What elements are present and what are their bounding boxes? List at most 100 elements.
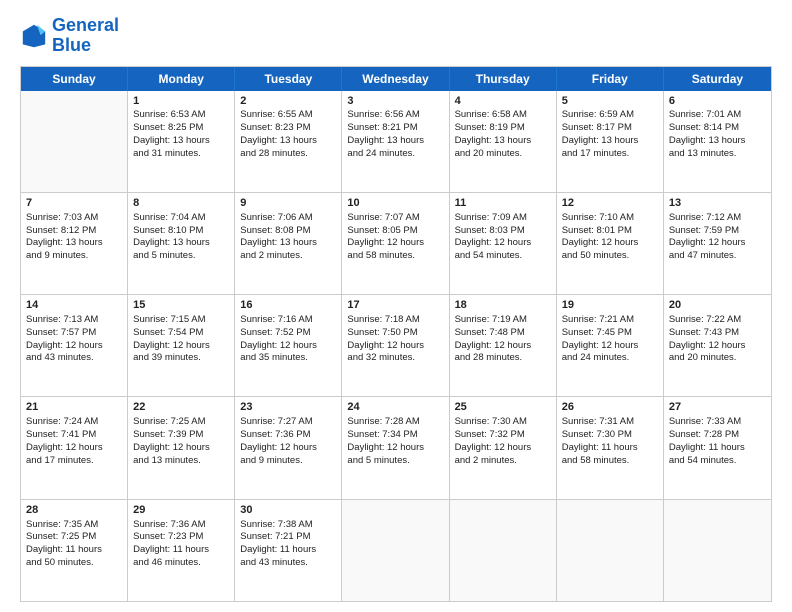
day-info-line-0: Sunrise: 7:01 AM <box>669 109 766 122</box>
day-info-line-2: Daylight: 11 hours <box>562 442 658 455</box>
calendar-body: 1Sunrise: 6:53 AMSunset: 8:25 PMDaylight… <box>21 91 771 601</box>
day-info-line-2: Daylight: 11 hours <box>26 544 122 557</box>
day-info-line-1: Sunset: 7:36 PM <box>240 429 336 442</box>
day-cell-16: 16Sunrise: 7:16 AMSunset: 7:52 PMDayligh… <box>235 295 342 396</box>
day-number: 16 <box>240 298 336 313</box>
empty-cell <box>664 500 771 601</box>
day-info-line-0: Sunrise: 7:09 AM <box>455 212 551 225</box>
day-info-line-3: and 54 minutes. <box>455 250 551 263</box>
day-info-line-2: Daylight: 12 hours <box>455 340 551 353</box>
day-number: 9 <box>240 196 336 211</box>
day-info-line-1: Sunset: 7:34 PM <box>347 429 443 442</box>
day-cell-19: 19Sunrise: 7:21 AMSunset: 7:45 PMDayligh… <box>557 295 664 396</box>
day-number: 19 <box>562 298 658 313</box>
day-cell-4: 4Sunrise: 6:58 AMSunset: 8:19 PMDaylight… <box>450 91 557 192</box>
day-cell-12: 12Sunrise: 7:10 AMSunset: 8:01 PMDayligh… <box>557 193 664 294</box>
day-info-line-2: Daylight: 12 hours <box>133 442 229 455</box>
day-info-line-0: Sunrise: 7:35 AM <box>26 519 122 532</box>
day-info-line-0: Sunrise: 7:06 AM <box>240 212 336 225</box>
day-info-line-3: and 50 minutes. <box>26 557 122 570</box>
header-day-sunday: Sunday <box>21 67 128 91</box>
day-info-line-1: Sunset: 7:59 PM <box>669 225 766 238</box>
day-info-line-2: Daylight: 12 hours <box>455 442 551 455</box>
day-number: 6 <box>669 94 766 109</box>
day-info-line-3: and 5 minutes. <box>347 455 443 468</box>
day-info-line-0: Sunrise: 6:56 AM <box>347 109 443 122</box>
day-info-line-3: and 50 minutes. <box>562 250 658 263</box>
day-number: 2 <box>240 94 336 109</box>
day-info-line-0: Sunrise: 7:38 AM <box>240 519 336 532</box>
day-info-line-1: Sunset: 7:57 PM <box>26 327 122 340</box>
day-info-line-2: Daylight: 12 hours <box>562 340 658 353</box>
header-day-friday: Friday <box>557 67 664 91</box>
day-info-line-0: Sunrise: 7:15 AM <box>133 314 229 327</box>
day-info-line-3: and 13 minutes. <box>133 455 229 468</box>
day-info-line-2: Daylight: 12 hours <box>562 237 658 250</box>
header-day-monday: Monday <box>128 67 235 91</box>
day-info-line-1: Sunset: 7:43 PM <box>669 327 766 340</box>
day-info-line-1: Sunset: 8:21 PM <box>347 122 443 135</box>
day-cell-30: 30Sunrise: 7:38 AMSunset: 7:21 PMDayligh… <box>235 500 342 601</box>
day-number: 27 <box>669 400 766 415</box>
day-info-line-3: and 35 minutes. <box>240 352 336 365</box>
day-info-line-3: and 17 minutes. <box>562 148 658 161</box>
day-info-line-0: Sunrise: 6:58 AM <box>455 109 551 122</box>
day-info-line-3: and 28 minutes. <box>240 148 336 161</box>
day-info-line-3: and 5 minutes. <box>133 250 229 263</box>
day-info-line-1: Sunset: 7:50 PM <box>347 327 443 340</box>
day-info-line-2: Daylight: 12 hours <box>133 340 229 353</box>
day-number: 1 <box>133 94 229 109</box>
day-info-line-0: Sunrise: 7:18 AM <box>347 314 443 327</box>
day-info-line-0: Sunrise: 7:10 AM <box>562 212 658 225</box>
day-info-line-2: Daylight: 12 hours <box>240 340 336 353</box>
day-cell-18: 18Sunrise: 7:19 AMSunset: 7:48 PMDayligh… <box>450 295 557 396</box>
day-info-line-3: and 43 minutes. <box>26 352 122 365</box>
day-info-line-3: and 9 minutes. <box>240 455 336 468</box>
day-number: 29 <box>133 503 229 518</box>
day-cell-7: 7Sunrise: 7:03 AMSunset: 8:12 PMDaylight… <box>21 193 128 294</box>
day-info-line-3: and 2 minutes. <box>455 455 551 468</box>
day-info-line-1: Sunset: 7:41 PM <box>26 429 122 442</box>
day-info-line-0: Sunrise: 7:24 AM <box>26 416 122 429</box>
day-info-line-3: and 28 minutes. <box>455 352 551 365</box>
day-cell-27: 27Sunrise: 7:33 AMSunset: 7:28 PMDayligh… <box>664 397 771 498</box>
day-info-line-3: and 17 minutes. <box>26 455 122 468</box>
day-info-line-2: Daylight: 11 hours <box>133 544 229 557</box>
calendar-row-4: 28Sunrise: 7:35 AMSunset: 7:25 PMDayligh… <box>21 500 771 601</box>
day-info-line-3: and 54 minutes. <box>669 455 766 468</box>
day-info-line-2: Daylight: 13 hours <box>455 135 551 148</box>
day-info-line-2: Daylight: 12 hours <box>240 442 336 455</box>
day-info-line-0: Sunrise: 7:36 AM <box>133 519 229 532</box>
day-number: 24 <box>347 400 443 415</box>
day-info-line-0: Sunrise: 7:16 AM <box>240 314 336 327</box>
day-info-line-1: Sunset: 7:39 PM <box>133 429 229 442</box>
day-info-line-2: Daylight: 13 hours <box>240 135 336 148</box>
day-cell-22: 22Sunrise: 7:25 AMSunset: 7:39 PMDayligh… <box>128 397 235 498</box>
day-number: 13 <box>669 196 766 211</box>
logo-icon <box>20 22 48 50</box>
day-cell-3: 3Sunrise: 6:56 AMSunset: 8:21 PMDaylight… <box>342 91 449 192</box>
day-info-line-3: and 24 minutes. <box>347 148 443 161</box>
day-number: 20 <box>669 298 766 313</box>
day-number: 4 <box>455 94 551 109</box>
logo: General Blue <box>20 16 119 56</box>
day-number: 10 <box>347 196 443 211</box>
day-info-line-0: Sunrise: 7:04 AM <box>133 212 229 225</box>
empty-cell <box>557 500 664 601</box>
day-info-line-2: Daylight: 12 hours <box>26 340 122 353</box>
day-info-line-2: Daylight: 13 hours <box>133 237 229 250</box>
day-cell-1: 1Sunrise: 6:53 AMSunset: 8:25 PMDaylight… <box>128 91 235 192</box>
day-cell-8: 8Sunrise: 7:04 AMSunset: 8:10 PMDaylight… <box>128 193 235 294</box>
day-info-line-1: Sunset: 8:25 PM <box>133 122 229 135</box>
day-info-line-1: Sunset: 7:32 PM <box>455 429 551 442</box>
day-number: 11 <box>455 196 551 211</box>
day-info-line-2: Daylight: 12 hours <box>26 442 122 455</box>
day-info-line-2: Daylight: 13 hours <box>26 237 122 250</box>
day-cell-5: 5Sunrise: 6:59 AMSunset: 8:17 PMDaylight… <box>557 91 664 192</box>
calendar-header: SundayMondayTuesdayWednesdayThursdayFrid… <box>21 67 771 91</box>
day-info-line-2: Daylight: 13 hours <box>133 135 229 148</box>
day-info-line-0: Sunrise: 7:22 AM <box>669 314 766 327</box>
day-number: 28 <box>26 503 122 518</box>
day-number: 5 <box>562 94 658 109</box>
day-info-line-3: and 31 minutes. <box>133 148 229 161</box>
